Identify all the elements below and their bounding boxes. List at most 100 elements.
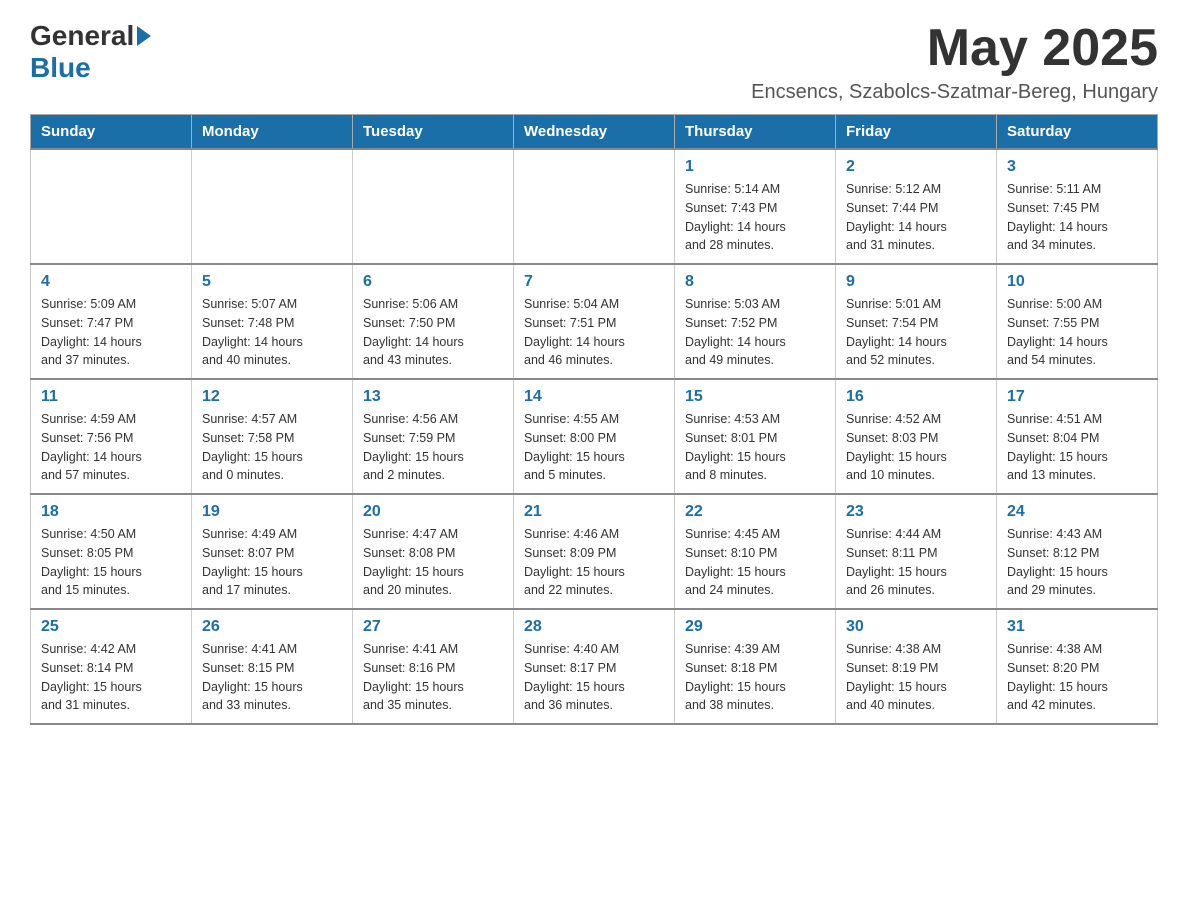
day-number: 14 <box>524 388 664 406</box>
day-info: Sunrise: 4:56 AM Sunset: 7:59 PM Dayligh… <box>363 410 503 485</box>
day-info: Sunrise: 4:40 AM Sunset: 8:17 PM Dayligh… <box>524 640 664 715</box>
calendar-cell: 16 Sunrise: 4:52 AM Sunset: 8:03 PM Dayli… <box>836 379 997 494</box>
weekday-header-monday: Monday <box>192 115 353 150</box>
day-info: Sunrise: 4:39 AM Sunset: 8:18 PM Dayligh… <box>685 640 825 715</box>
calendar-cell: 2Sunrise: 5:12 AM Sunset: 7:44 PM Daylig… <box>836 149 997 264</box>
calendar-cell: 26Sunrise: 4:41 AM Sunset: 8:15 PM Dayli… <box>192 609 353 724</box>
calendar-cell: 5 Sunrise: 5:07 AM Sunset: 7:48 PM Daylig… <box>192 264 353 379</box>
day-number: 7 <box>524 273 664 291</box>
calendar-cell: 12Sunrise: 4:57 AM Sunset: 7:58 PM Dayli… <box>192 379 353 494</box>
calendar-cell: 29 Sunrise: 4:39 AM Sunset: 8:18 PM Dayli… <box>675 609 836 724</box>
day-number: 1 <box>685 158 825 176</box>
weekday-header-thursday: Thursday <box>675 115 836 150</box>
calendar-cell: 22 Sunrise: 4:45 AM Sunset: 8:10 PM Dayli… <box>675 494 836 609</box>
location-title: Encsencs, Szabolcs-Szatmar-Bereg, Hungar… <box>751 81 1158 104</box>
day-number: 25 <box>41 618 181 636</box>
logo-arrow-icon <box>137 26 151 46</box>
calendar-cell: 14 Sunrise: 4:55 AM Sunset: 8:00 PM Dayli… <box>514 379 675 494</box>
calendar-cell: 27 Sunrise: 4:41 AM Sunset: 8:16 PM Dayli… <box>353 609 514 724</box>
day-number: 2 <box>846 158 986 176</box>
day-number: 6 <box>363 273 503 291</box>
day-number: 24 <box>1007 503 1147 521</box>
day-number: 10 <box>1007 273 1147 291</box>
weekday-header-friday: Friday <box>836 115 997 150</box>
day-info: Sunrise: 4:46 AM Sunset: 8:09 PM Dayligh… <box>524 525 664 600</box>
day-number: 23 <box>846 503 986 521</box>
day-info: Sunrise: 4:38 AM Sunset: 8:20 PM Dayligh… <box>1007 640 1147 715</box>
day-number: 27 <box>363 618 503 636</box>
day-number: 5 <box>202 273 342 291</box>
day-info: Sunrise: 4:45 AM Sunset: 8:10 PM Dayligh… <box>685 525 825 600</box>
calendar-cell: 8Sunrise: 5:03 AM Sunset: 7:52 PM Daylig… <box>675 264 836 379</box>
day-number: 18 <box>41 503 181 521</box>
day-number: 22 <box>685 503 825 521</box>
calendar-cell: 9 Sunrise: 5:01 AM Sunset: 7:54 PM Daylig… <box>836 264 997 379</box>
calendar-cell: 18 Sunrise: 4:50 AM Sunset: 8:05 PM Dayli… <box>31 494 192 609</box>
day-number: 21 <box>524 503 664 521</box>
day-number: 19 <box>202 503 342 521</box>
calendar-cell: 3 Sunrise: 5:11 AM Sunset: 7:45 PM Daylig… <box>997 149 1158 264</box>
weekday-header-tuesday: Tuesday <box>353 115 514 150</box>
month-title: May 2025 <box>751 20 1158 77</box>
day-info: Sunrise: 4:57 AM Sunset: 7:58 PM Dayligh… <box>202 410 342 485</box>
calendar-table: SundayMondayTuesdayWednesdayThursdayFrid… <box>30 114 1158 725</box>
day-info: Sunrise: 5:09 AM Sunset: 7:47 PM Dayligh… <box>41 295 181 370</box>
calendar-cell <box>31 149 192 264</box>
calendar-cell: 7Sunrise: 5:04 AM Sunset: 7:51 PM Daylig… <box>514 264 675 379</box>
day-number: 31 <box>1007 618 1147 636</box>
calendar-cell: 19 Sunrise: 4:49 AM Sunset: 8:07 PM Dayli… <box>192 494 353 609</box>
calendar-week-row: 1 Sunrise: 5:14 AM Sunset: 7:43 PM Daylig… <box>31 149 1158 264</box>
calendar-cell: 21 Sunrise: 4:46 AM Sunset: 8:09 PM Dayli… <box>514 494 675 609</box>
day-info: Sunrise: 4:51 AM Sunset: 8:04 PM Dayligh… <box>1007 410 1147 485</box>
calendar-cell <box>192 149 353 264</box>
day-number: 11 <box>41 388 181 406</box>
calendar-cell: 6 Sunrise: 5:06 AM Sunset: 7:50 PM Daylig… <box>353 264 514 379</box>
calendar-cell: 25 Sunrise: 4:42 AM Sunset: 8:14 PM Dayli… <box>31 609 192 724</box>
calendar-cell: 1 Sunrise: 5:14 AM Sunset: 7:43 PM Daylig… <box>675 149 836 264</box>
day-info: Sunrise: 5:07 AM Sunset: 7:48 PM Dayligh… <box>202 295 342 370</box>
day-number: 9 <box>846 273 986 291</box>
day-number: 29 <box>685 618 825 636</box>
calendar-cell: 20 Sunrise: 4:47 AM Sunset: 8:08 PM Dayli… <box>353 494 514 609</box>
calendar-week-row: 11 Sunrise: 4:59 AM Sunset: 7:56 PM Dayli… <box>31 379 1158 494</box>
day-info: Sunrise: 4:50 AM Sunset: 8:05 PM Dayligh… <box>41 525 181 600</box>
day-number: 28 <box>524 618 664 636</box>
calendar-cell: 15Sunrise: 4:53 AM Sunset: 8:01 PM Dayli… <box>675 379 836 494</box>
logo: General Blue <box>30 20 151 84</box>
calendar-cell: 23 Sunrise: 4:44 AM Sunset: 8:11 PM Dayli… <box>836 494 997 609</box>
day-info: Sunrise: 4:49 AM Sunset: 8:07 PM Dayligh… <box>202 525 342 600</box>
day-number: 13 <box>363 388 503 406</box>
day-info: Sunrise: 4:47 AM Sunset: 8:08 PM Dayligh… <box>363 525 503 600</box>
calendar-week-row: 4Sunrise: 5:09 AM Sunset: 7:47 PM Daylig… <box>31 264 1158 379</box>
weekday-header-sunday: Sunday <box>31 115 192 150</box>
day-info: Sunrise: 4:42 AM Sunset: 8:14 PM Dayligh… <box>41 640 181 715</box>
day-info: Sunrise: 5:01 AM Sunset: 7:54 PM Dayligh… <box>846 295 986 370</box>
day-info: Sunrise: 4:55 AM Sunset: 8:00 PM Dayligh… <box>524 410 664 485</box>
day-info: Sunrise: 5:00 AM Sunset: 7:55 PM Dayligh… <box>1007 295 1147 370</box>
day-number: 17 <box>1007 388 1147 406</box>
day-info: Sunrise: 4:41 AM Sunset: 8:16 PM Dayligh… <box>363 640 503 715</box>
calendar-cell: 13 Sunrise: 4:56 AM Sunset: 7:59 PM Dayli… <box>353 379 514 494</box>
weekday-header-wednesday: Wednesday <box>514 115 675 150</box>
day-info: Sunrise: 5:06 AM Sunset: 7:50 PM Dayligh… <box>363 295 503 370</box>
calendar-cell: 17 Sunrise: 4:51 AM Sunset: 8:04 PM Dayli… <box>997 379 1158 494</box>
title-section: May 2025 Encsencs, Szabolcs-Szatmar-Bere… <box>751 20 1158 104</box>
day-number: 20 <box>363 503 503 521</box>
day-info: Sunrise: 4:44 AM Sunset: 8:11 PM Dayligh… <box>846 525 986 600</box>
day-info: Sunrise: 4:52 AM Sunset: 8:03 PM Dayligh… <box>846 410 986 485</box>
calendar-cell: 10 Sunrise: 5:00 AM Sunset: 7:55 PM Dayli… <box>997 264 1158 379</box>
day-number: 15 <box>685 388 825 406</box>
day-info: Sunrise: 4:38 AM Sunset: 8:19 PM Dayligh… <box>846 640 986 715</box>
calendar-cell: 4Sunrise: 5:09 AM Sunset: 7:47 PM Daylig… <box>31 264 192 379</box>
day-number: 3 <box>1007 158 1147 176</box>
day-number: 16 <box>846 388 986 406</box>
day-number: 8 <box>685 273 825 291</box>
weekday-header-saturday: Saturday <box>997 115 1158 150</box>
logo-general-text: General <box>30 20 134 52</box>
calendar-cell: 30Sunrise: 4:38 AM Sunset: 8:19 PM Dayli… <box>836 609 997 724</box>
day-info: Sunrise: 5:11 AM Sunset: 7:45 PM Dayligh… <box>1007 180 1147 255</box>
day-info: Sunrise: 5:14 AM Sunset: 7:43 PM Dayligh… <box>685 180 825 255</box>
day-info: Sunrise: 4:59 AM Sunset: 7:56 PM Dayligh… <box>41 410 181 485</box>
logo-blue-text: Blue <box>30 52 91 83</box>
calendar-cell: 24Sunrise: 4:43 AM Sunset: 8:12 PM Dayli… <box>997 494 1158 609</box>
